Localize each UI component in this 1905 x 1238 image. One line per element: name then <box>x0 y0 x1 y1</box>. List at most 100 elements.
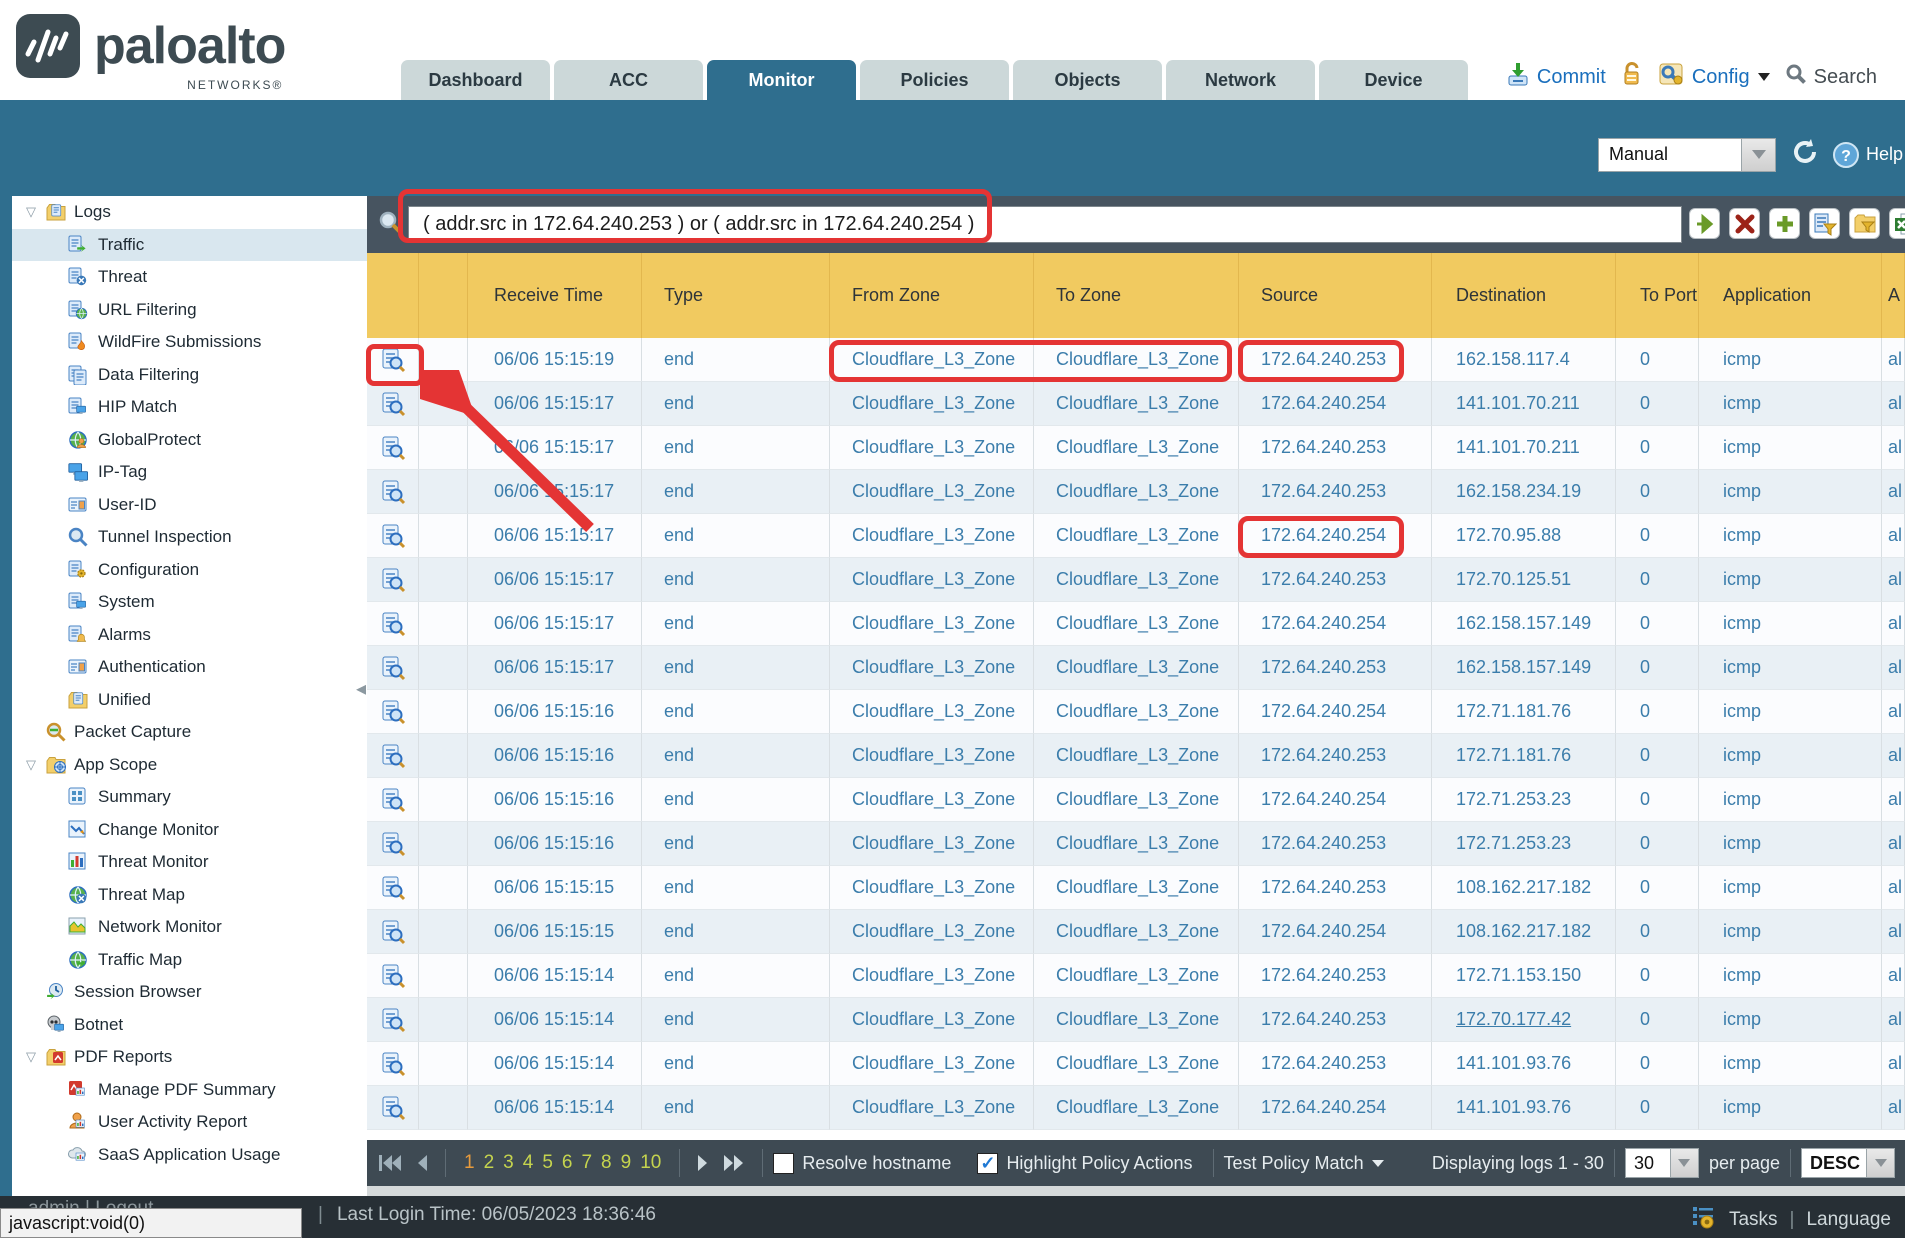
export-button[interactable] <box>1889 208 1905 239</box>
sidebar-item-tunnel-inspection[interactable]: Tunnel Inspection <box>12 521 367 554</box>
cell-destination[interactable]: 162.158.157.149 <box>1432 602 1616 646</box>
log-detail-button[interactable] <box>367 998 419 1042</box>
log-detail-button[interactable] <box>367 910 419 954</box>
commit-button[interactable]: Commit <box>1505 61 1606 93</box>
tab-acc[interactable]: ACC <box>554 60 703 100</box>
cell-destination[interactable]: 162.158.157.149 <box>1432 646 1616 690</box>
sidebar-item-globalprotect[interactable]: GlobalProtect <box>12 424 367 457</box>
tasks-button[interactable]: Tasks <box>1729 1209 1778 1231</box>
sidebar-item-session-browser[interactable]: Session Browser <box>12 976 367 1009</box>
sidebar-item-threat-map[interactable]: Threat Map <box>12 879 367 912</box>
tree-expander-icon[interactable]: ▽ <box>24 757 38 773</box>
log-detail-button[interactable] <box>367 382 419 426</box>
log-detail-button[interactable] <box>367 954 419 998</box>
sidebar-item-authentication[interactable]: Authentication <box>12 651 367 684</box>
sidebar-item-logs[interactable]: ▽Logs <box>12 196 367 229</box>
log-detail-button[interactable] <box>367 602 419 646</box>
search-button[interactable]: Search <box>1784 62 1877 92</box>
sidebar-item-app-scope[interactable]: ▽App Scope <box>12 749 367 782</box>
column-header-source[interactable]: Source <box>1239 253 1432 338</box>
tree-expander-icon[interactable]: ▽ <box>24 1049 38 1065</box>
resolve-hostname-checkbox[interactable]: Resolve hostname <box>773 1153 951 1174</box>
log-detail-button[interactable] <box>367 558 419 602</box>
sidebar-item-alarms[interactable]: Alarms <box>12 619 367 652</box>
page-number-7[interactable]: 7 <box>581 1152 592 1174</box>
tree-expander-icon[interactable]: ▽ <box>24 204 38 220</box>
sidebar-item-network-monitor[interactable]: Network Monitor <box>12 911 367 944</box>
sidebar-item-pdf-reports[interactable]: ▽PDF Reports <box>12 1041 367 1074</box>
log-detail-button[interactable] <box>367 646 419 690</box>
column-header-blank-1[interactable] <box>419 253 468 338</box>
prev-page-button[interactable] <box>415 1153 429 1173</box>
log-detail-button[interactable] <box>367 822 419 866</box>
sidebar-collapse-handle[interactable]: ◂ <box>356 676 366 701</box>
cell-destination[interactable]: 108.162.217.182 <box>1432 910 1616 954</box>
page-number-9[interactable]: 9 <box>621 1152 632 1174</box>
sidebar-item-summary[interactable]: Summary <box>12 781 367 814</box>
refresh-interval-select[interactable]: Manual <box>1598 138 1742 172</box>
log-detail-button[interactable] <box>367 866 419 910</box>
tab-device[interactable]: Device <box>1319 60 1468 100</box>
per-page-select[interactable]: 30 <box>1625 1148 1699 1178</box>
sidebar-item-hip-match[interactable]: HIP Match <box>12 391 367 424</box>
sidebar-item-unified[interactable]: Unified <box>12 684 367 717</box>
filter-builder-button[interactable] <box>1809 208 1840 239</box>
tab-objects[interactable]: Objects <box>1013 60 1162 100</box>
apply-filter-button[interactable] <box>1689 208 1720 239</box>
log-detail-button[interactable] <box>367 778 419 822</box>
sidebar-item-botnet[interactable]: Botnet <box>12 1009 367 1042</box>
column-header-receive-time[interactable]: Receive Time <box>468 253 642 338</box>
sidebar-item-url-filtering[interactable]: URL Filtering <box>12 294 367 327</box>
log-detail-button[interactable] <box>367 426 419 470</box>
column-header-blank-0[interactable] <box>367 253 419 338</box>
page-number-6[interactable]: 6 <box>562 1152 573 1174</box>
log-detail-button[interactable] <box>367 1086 419 1130</box>
config-menu[interactable]: Config <box>1658 61 1770 93</box>
cell-destination[interactable]: 141.101.93.76 <box>1432 1042 1616 1086</box>
help-button[interactable]: ? Help <box>1832 141 1903 169</box>
cell-destination[interactable]: 172.70.95.88 <box>1432 514 1616 558</box>
log-detail-button[interactable] <box>367 734 419 778</box>
page-number-5[interactable]: 5 <box>542 1152 553 1174</box>
page-number-10[interactable]: 10 <box>640 1152 661 1174</box>
cell-destination[interactable]: 172.71.253.23 <box>1432 822 1616 866</box>
sidebar-item-wildfire-submissions[interactable]: WildFire Submissions <box>12 326 367 359</box>
test-policy-match-menu[interactable]: Test Policy Match <box>1224 1153 1384 1174</box>
log-detail-button[interactable] <box>367 514 419 558</box>
column-header-a[interactable]: A <box>1882 253 1905 338</box>
sidebar-item-ip-tag[interactable]: IP-Tag <box>12 456 367 489</box>
next-page-button[interactable] <box>696 1153 710 1173</box>
highlight-policy-checkbox[interactable]: ✓ Highlight Policy Actions <box>977 1153 1192 1174</box>
column-header-application[interactable]: Application <box>1699 253 1882 338</box>
page-number-8[interactable]: 8 <box>601 1152 612 1174</box>
cell-destination[interactable]: 108.162.217.182 <box>1432 866 1616 910</box>
cell-destination[interactable]: 172.71.153.150 <box>1432 954 1616 998</box>
sidebar-item-saas-application-usage[interactable]: SaaS Application Usage <box>12 1139 367 1172</box>
tab-monitor[interactable]: Monitor <box>707 60 856 100</box>
sidebar-item-user-activity-report[interactable]: User Activity Report <box>12 1106 367 1139</box>
sidebar-item-packet-capture[interactable]: Packet Capture <box>12 716 367 749</box>
cell-destination[interactable]: 172.71.181.76 <box>1432 734 1616 778</box>
tab-network[interactable]: Network <box>1166 60 1315 100</box>
column-header-to-port[interactable]: To Port <box>1616 253 1699 338</box>
sort-order-select[interactable]: DESC <box>1801 1148 1895 1178</box>
sidebar-item-traffic-map[interactable]: Traffic Map <box>12 944 367 977</box>
clear-filter-button[interactable] <box>1729 208 1760 239</box>
column-header-from-zone[interactable]: From Zone <box>830 253 1034 338</box>
add-filter-button[interactable] <box>1769 208 1800 239</box>
refresh-interval-caret[interactable] <box>1742 138 1776 172</box>
first-page-button[interactable] <box>377 1153 403 1173</box>
cell-destination[interactable]: 141.101.70.211 <box>1432 382 1616 426</box>
column-header-destination[interactable]: Destination <box>1432 253 1616 338</box>
page-number-2[interactable]: 2 <box>484 1152 495 1174</box>
cell-destination[interactable]: 172.70.125.51 <box>1432 558 1616 602</box>
sidebar-item-threat-monitor[interactable]: Threat Monitor <box>12 846 367 879</box>
sidebar-item-system[interactable]: System <box>12 586 367 619</box>
cell-destination[interactable]: 172.71.253.23 <box>1432 778 1616 822</box>
log-detail-button[interactable] <box>367 470 419 514</box>
cell-destination[interactable]: 141.101.70.211 <box>1432 426 1616 470</box>
lock-button[interactable] <box>1620 61 1644 93</box>
log-detail-button[interactable] <box>367 1042 419 1086</box>
sidebar-item-configuration[interactable]: Configuration <box>12 554 367 587</box>
log-detail-button[interactable] <box>367 690 419 734</box>
